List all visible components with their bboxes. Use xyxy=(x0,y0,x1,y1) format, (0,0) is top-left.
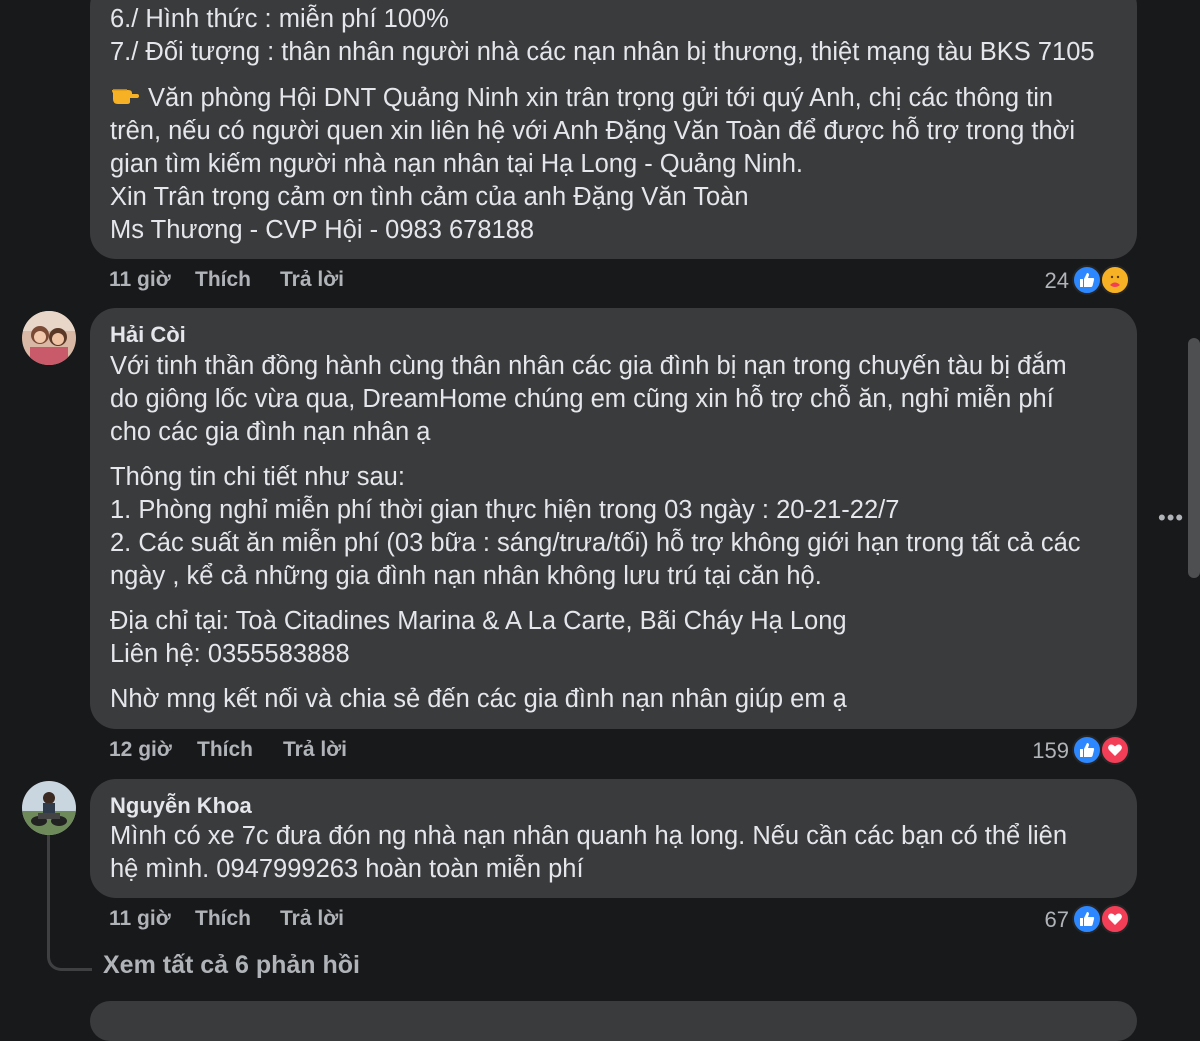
comment-3-line: Mình có xe 7c đưa đón ng nhà nạn nhân qu… xyxy=(110,822,1068,850)
scrollbar[interactable] xyxy=(1188,338,1200,578)
love-icon[interactable] xyxy=(1100,904,1130,934)
avatar[interactable] xyxy=(22,311,76,365)
like-icon[interactable] xyxy=(1072,265,1102,295)
comment-1-line: 7./ Đối tượng : thân nhân người nhà các … xyxy=(110,38,1095,66)
comment-1-line-pointing: Văn phòng Hội DNT Quảng Ninh xin trân tr… xyxy=(110,82,1053,115)
comment-3-reaction-count[interactable]: 67 xyxy=(1009,907,1069,933)
comment-3-line: hệ mình. 0947999263 hoàn toàn miễn phí xyxy=(110,855,584,883)
like-icon[interactable] xyxy=(1072,735,1102,765)
comment-2-reaction-count[interactable]: 159 xyxy=(1009,738,1069,764)
comment-2-line: Với tinh thần đồng hành cùng thân nhân c… xyxy=(110,352,1067,380)
comment-2-line: Nhờ mng kết nối và chia sẻ đến các gia đ… xyxy=(110,685,847,713)
comment-1-line: Ms Thương - CVP Hội - 0983 678188 xyxy=(110,216,535,244)
comment-1-line: 6./ Hình thức : miễn phí 100% xyxy=(110,5,449,33)
comment-2-line: Thông tin chi tiết như sau: xyxy=(110,463,405,491)
more-options-icon[interactable]: ••• xyxy=(1158,505,1184,531)
comment-bubble-next xyxy=(90,1001,1137,1041)
comment-2-timestamp[interactable]: 12 giờ xyxy=(109,738,172,762)
comment-2-line: 2. Các suất ăn miễn phí (03 bữa : sáng/t… xyxy=(110,529,1081,557)
comment-3-reply-button[interactable]: Trả lời xyxy=(280,907,344,931)
comment-1-like-button[interactable]: Thích xyxy=(195,268,251,292)
comment-2-line: 1. Phòng nghỉ miễn phí thời gian thực hi… xyxy=(110,496,900,524)
comment-1-timestamp[interactable]: 11 giờ xyxy=(109,268,171,292)
comment-3-like-button[interactable]: Thích xyxy=(195,907,251,931)
care-icon[interactable] xyxy=(1100,265,1130,295)
comment-2-line: do giông lốc vừa qua, DreamHome chúng em… xyxy=(110,385,1054,413)
view-all-replies-link[interactable]: Xem tất cả 6 phản hồi xyxy=(103,951,360,980)
avatar[interactable] xyxy=(22,781,76,835)
comment-2-reply-button[interactable]: Trả lời xyxy=(283,738,347,762)
comment-1-reply-button[interactable]: Trả lời xyxy=(280,268,344,292)
comment-3-author[interactable]: Nguyễn Khoa xyxy=(110,793,252,819)
like-icon[interactable] xyxy=(1072,904,1102,934)
comment-2-author[interactable]: Hải Còi xyxy=(110,322,186,348)
pointing-hand-icon xyxy=(110,82,140,115)
love-icon[interactable] xyxy=(1100,735,1130,765)
comment-1-line: Xin Trân trọng cảm ơn tình cảm của anh Đ… xyxy=(110,183,749,211)
comment-1-line: gian tìm kiếm người nhà nạn nhân tại Hạ … xyxy=(110,150,803,178)
reply-thread-line xyxy=(47,818,92,971)
comment-1-reaction-count[interactable]: 24 xyxy=(1009,268,1069,294)
comment-2-line: cho các gia đình nạn nhân ạ xyxy=(110,418,431,446)
comment-2-line: ngày , kể cả những gia đình nạn nhân khô… xyxy=(110,562,822,590)
comment-2-line: Địa chỉ tại: Toà Citadines Marina & A La… xyxy=(110,607,847,635)
comment-2-line: Liên hệ: 0355583888 xyxy=(110,640,350,668)
comment-2-like-button[interactable]: Thích xyxy=(197,738,253,762)
comment-1-line-text: Văn phòng Hội DNT Quảng Ninh xin trân tr… xyxy=(148,84,1054,112)
comment-3-timestamp[interactable]: 11 giờ xyxy=(109,907,171,931)
comment-1-line: trên, nếu có người quen xin liên hệ với … xyxy=(110,117,1076,145)
